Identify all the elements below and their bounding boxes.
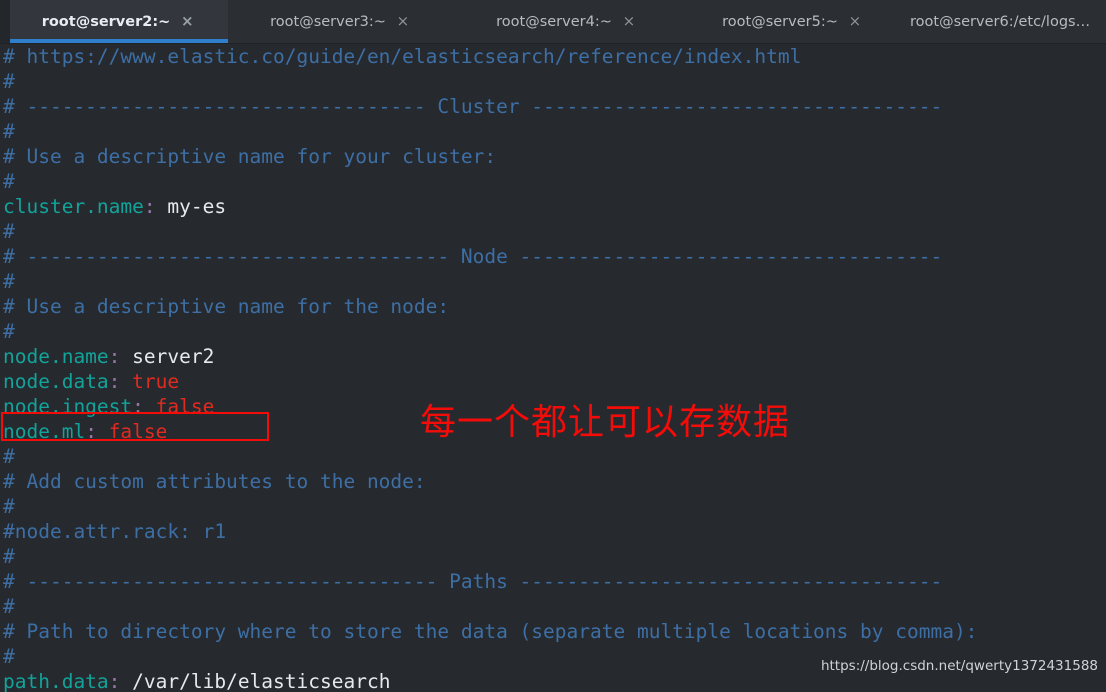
terminal-window: root@server2:~ × root@server3:~ × root@s… [0,0,1106,692]
terminal-body[interactable]: # https://www.elastic.co/guide/en/elasti… [0,44,1106,692]
watermark: https://blog.csdn.net/qwerty1372431588 [820,658,1098,674]
tab-bar: root@server2:~ × root@server3:~ × root@s… [0,0,1106,44]
tab-root-server5[interactable]: root@server5:~ × [680,0,906,43]
tab-label: root@server6:/etc/logs… [910,13,1091,30]
close-icon[interactable]: × [616,14,642,29]
tab-root-server2[interactable]: root@server2:~ × [10,0,228,43]
tab-root-server6[interactable]: root@server6:/etc/logs… [906,0,1106,43]
config-file-content: # https://www.elastic.co/guide/en/elasti… [3,45,978,692]
close-icon[interactable]: × [842,14,868,29]
tab-label: root@server5:~ [722,13,838,30]
tab-root-server4[interactable]: root@server4:~ × [454,0,680,43]
close-icon[interactable]: × [174,14,200,29]
close-icon[interactable]: × [390,14,416,29]
annotation-note: 每一个都让可以存数据 [420,402,791,443]
tab-label: root@server3:~ [270,13,386,30]
tab-label: root@server2:~ [41,13,171,30]
tab-label: root@server4:~ [496,13,612,30]
tab-root-server3[interactable]: root@server3:~ × [228,0,454,43]
